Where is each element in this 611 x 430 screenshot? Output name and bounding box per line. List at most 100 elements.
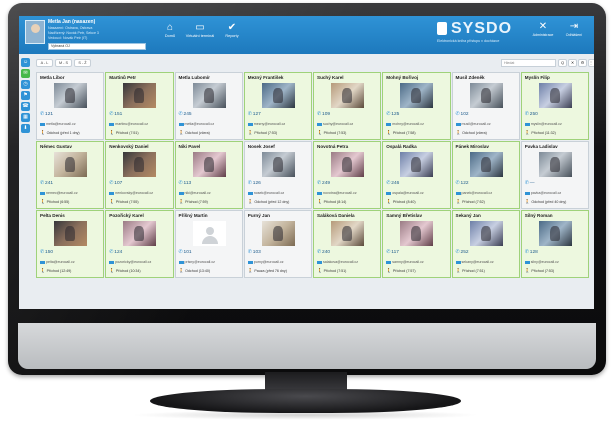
rail-button[interactable]: ☺ xyxy=(21,58,30,67)
walking-person-icon: 🚶 xyxy=(247,268,254,273)
employee-phone[interactable]: ✆103 xyxy=(248,250,261,255)
search-icon[interactable]: Q xyxy=(558,59,567,67)
employee-phone[interactable]: ✆113 xyxy=(179,181,192,186)
employee-phone[interactable]: ✆102 xyxy=(456,112,469,117)
employee-card[interactable]: Pánek Miroslav ✆122 panek@eurocall.cz 🚶Příc… xyxy=(451,141,520,209)
employee-phone[interactable]: ✆109 xyxy=(317,112,330,117)
employee-card[interactable]: Němec Gustav ✆241 nemec@eurocall.cz 🚶Přícho… xyxy=(36,141,105,209)
employee-phone[interactable]: ✆151 xyxy=(109,112,122,117)
employee-phone[interactable]: ✆127 xyxy=(248,112,261,117)
employee-email[interactable]: nenkovsky@eurocall.cz xyxy=(109,191,153,195)
filter-button[interactable]: S - Ž xyxy=(74,59,91,67)
employee-email[interactable]: mezny@eurocall.cz xyxy=(247,122,285,126)
employee-phone[interactable]: ✆250 xyxy=(525,112,538,117)
employee-phone[interactable]: ✆249 xyxy=(317,181,330,186)
rail-button[interactable]: ◷ xyxy=(21,80,30,89)
rail-button[interactable]: ⬇ xyxy=(21,124,30,133)
employee-card[interactable]: Mezný František ✆127 mezny@eurocall.cz 🚶Pří… xyxy=(243,72,312,140)
employee-phone[interactable]: ✆117 xyxy=(386,250,399,255)
employee-card[interactable]: Metla Lubomír ✆245 metla@eurocall.cz 🚶Odcho… xyxy=(174,72,243,140)
employee-email[interactable]: pelta@eurocall.cz xyxy=(40,260,75,264)
employee-card[interactable]: Pelta Denis ✆150 pelta@eurocall.cz 🚶Příchod… xyxy=(36,210,105,278)
employee-card[interactable]: Suchý Karel ✆109 suchy@eurocall.cz 🚶Příchod… xyxy=(313,72,382,140)
employee-photo xyxy=(261,221,295,246)
employee-email[interactable]: suchy@eurocall.cz xyxy=(317,122,353,126)
employee-phone[interactable]: ✆122 xyxy=(456,181,469,186)
employee-email[interactable]: nosek@eurocall.cz xyxy=(247,191,284,195)
employee-email[interactable]: myslin@eurocall.cz xyxy=(524,122,562,126)
employee-email[interactable]: pozoricky@eurocall.cz xyxy=(109,260,151,264)
grid-view-icon[interactable]: ⋮⋮ xyxy=(588,59,594,67)
search-input[interactable]: Hledat xyxy=(501,59,556,67)
employee-card[interactable]: Pavka Ladislav ✆— pavka@eurocall.cz 🚶Odchod… xyxy=(520,141,589,209)
employee-email[interactable]: sekany@eurocall.cz xyxy=(455,260,494,264)
rail-button[interactable]: ✉ xyxy=(21,69,30,78)
employee-card[interactable]: Sekaný Jan ✆252 sekany@eurocall.cz 🚶Příchod… xyxy=(451,210,520,278)
nav-reports-button[interactable]: ✔ Reporty xyxy=(217,22,247,50)
user-avatar[interactable] xyxy=(25,20,45,44)
employee-email[interactable]: ospala@eurocall.cz xyxy=(386,191,424,195)
employee-phone[interactable]: ✆121 xyxy=(40,112,53,117)
email-icon xyxy=(40,122,45,126)
unit-select[interactable]: Vybraná OJ xyxy=(48,43,146,50)
employee-card[interactable]: Silný Roman ✆128 silny@eurocall.cz 🚶Příchod… xyxy=(520,210,589,278)
employee-card[interactable]: Saláková Daniela ✆240 salakova@eurocall.cz… xyxy=(313,210,382,278)
employee-email[interactable]: metla@eurocall.cz xyxy=(178,122,214,126)
employee-email[interactable]: novotna@eurocall.cz xyxy=(317,191,357,195)
rail-button[interactable]: ⚑ xyxy=(21,91,30,100)
employee-card[interactable]: Niki Pavel ✆113 niki@eurocall.cz 🚶Příchod (… xyxy=(174,141,243,209)
employee-card[interactable]: Ospalá Radka ✆246 ospala@eurocall.cz 🚶Přích… xyxy=(382,141,451,209)
employee-email[interactable]: martinu@eurocall.cz xyxy=(109,122,148,126)
employee-card[interactable]: Metla Libor ✆121 metla@eurocall.cz 🚶Odchod … xyxy=(36,72,105,140)
employee-phone[interactable]: ✆245 xyxy=(179,112,192,117)
employee-phone[interactable]: ✆252 xyxy=(456,250,469,255)
employee-phone[interactable]: ✆101 xyxy=(179,250,192,255)
employee-card[interactable]: Musil Zdeněk ✆102 musil@eurocall.cz 🚶Odchod… xyxy=(451,72,520,140)
filter-button[interactable]: A - L xyxy=(36,59,53,67)
employee-card[interactable]: Purný Jan ✆103 purny@eurocall.cz 🚶Pauza (př… xyxy=(243,210,312,278)
rail-button[interactable]: ▦ xyxy=(21,113,30,122)
employee-card[interactable]: Novotná Petra ✆249 novotna@eurocall.cz 🚶Pří… xyxy=(313,141,382,209)
employee-phone[interactable]: ✆246 xyxy=(386,181,399,186)
employee-phone[interactable]: ✆107 xyxy=(109,181,122,186)
employee-email[interactable]: niki@eurocall.cz xyxy=(178,191,211,195)
employee-email[interactable]: panek@eurocall.cz xyxy=(455,191,492,195)
rail-button[interactable]: ☎ xyxy=(21,102,30,111)
logout-button[interactable]: ⇥ Odhlášení xyxy=(560,21,588,49)
employee-phone[interactable]: ✆124 xyxy=(109,250,122,255)
employee-email[interactable]: mohny@eurocall.cz xyxy=(386,122,424,126)
employee-card[interactable]: Nosek Josef ✆126 nosek@eurocall.cz 🚶Odchod … xyxy=(243,141,312,209)
employee-phone[interactable]: ✆128 xyxy=(525,250,538,255)
email-address: musil@eurocall.cz xyxy=(461,122,491,126)
employee-email[interactable]: salakova@eurocall.cz xyxy=(317,260,358,264)
employee-phone[interactable]: ✆150 xyxy=(40,250,53,255)
employee-card[interactable]: Myslín Filip ✆250 myslin@eurocall.cz 🚶Přích… xyxy=(520,72,589,140)
employee-email[interactable]: purny@eurocall.cz xyxy=(247,260,284,264)
employee-card[interactable]: Příšný Martin ✆101 prisny@eurocall.cz 🚶Odch… xyxy=(174,210,243,278)
employee-card[interactable]: Nenkovský Daniel ✆107 nenkovsky@eurocall.c… xyxy=(105,141,174,209)
employee-phone[interactable]: ✆240 xyxy=(317,250,330,255)
employee-email[interactable]: samny@eurocall.cz xyxy=(386,260,424,264)
employee-phone[interactable]: ✆126 xyxy=(248,181,261,186)
employee-card[interactable]: Pozořický Karel ✆124 pozoricky@eurocall.cz… xyxy=(105,210,174,278)
status-text: Příchod (7:58) xyxy=(392,131,416,135)
employee-email[interactable]: pavka@eurocall.cz xyxy=(524,191,561,195)
settings-icon[interactable]: ⚙ xyxy=(578,59,587,67)
filter-button[interactable]: M - S xyxy=(55,59,72,67)
employee-card[interactable]: Mohný Bořivoj ✆125 mohny@eurocall.cz 🚶Přích… xyxy=(382,72,451,140)
employee-email[interactable]: metla@eurocall.cz xyxy=(40,122,76,126)
employee-phone[interactable]: ✆125 xyxy=(386,112,399,117)
employee-phone[interactable]: ✆— xyxy=(525,181,535,186)
admin-button[interactable]: ✕ Administrace xyxy=(529,21,557,49)
employee-email[interactable]: prisny@eurocall.cz xyxy=(178,260,215,264)
employee-email[interactable]: silny@eurocall.cz xyxy=(524,260,559,264)
employee-name: Pozořický Karel xyxy=(109,213,144,218)
nav-home-button[interactable]: ⌂ Domů xyxy=(155,22,185,50)
employee-email[interactable]: musil@eurocall.cz xyxy=(455,122,491,126)
employee-card[interactable]: Martinů Petr ✆151 martinu@eurocall.cz 🚶Příc… xyxy=(105,72,174,140)
nav-terminal-button[interactable]: ▭ Virtuální terminál xyxy=(185,22,215,50)
employee-phone[interactable]: ✆241 xyxy=(40,181,53,186)
employee-card[interactable]: Samný Břetislav ✆117 samny@eurocall.cz 🚶Pří… xyxy=(382,210,451,278)
employee-email[interactable]: nemec@eurocall.cz xyxy=(40,191,78,195)
clear-icon[interactable]: ✕ xyxy=(568,59,577,67)
